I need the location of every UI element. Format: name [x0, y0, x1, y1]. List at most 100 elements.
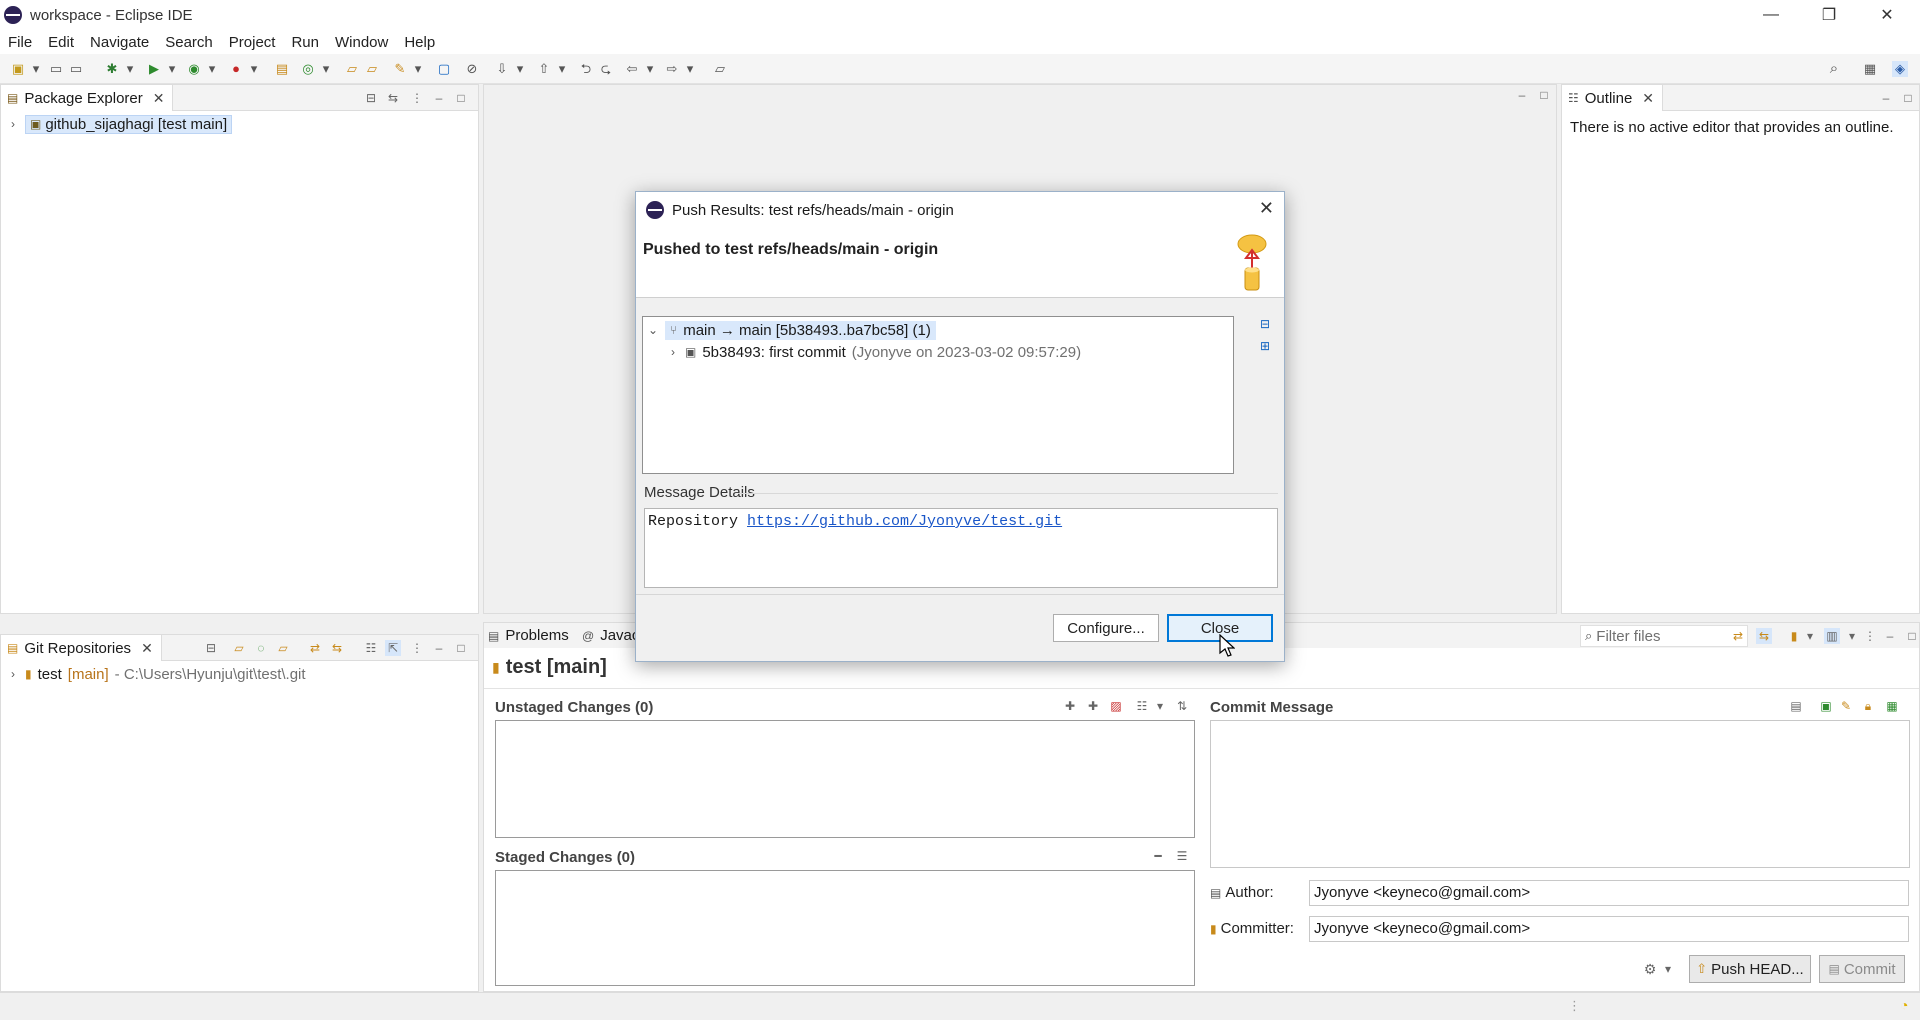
pin-editor-icon[interactable]: ▱	[712, 61, 728, 77]
open-task-icon[interactable]: ▱	[364, 61, 380, 77]
maximize-editor-icon[interactable]: □	[1536, 87, 1552, 103]
view-menu-icon[interactable]: ⋮	[409, 640, 425, 656]
external-tools-icon[interactable]: ●	[228, 61, 244, 77]
expand-all-icon[interactable]: ⊞	[1257, 338, 1273, 354]
last-edit-icon[interactable]: ⮌	[578, 61, 594, 77]
coverage-icon[interactable]: ◉	[186, 61, 202, 77]
menu-file[interactable]: File	[0, 34, 40, 51]
view-menu-icon[interactable]: ⋮	[409, 90, 425, 106]
link-selection-icon[interactable]: ⇱	[385, 640, 401, 656]
collapse-all-icon[interactable]: ⊟	[1257, 316, 1273, 332]
debug-icon[interactable]: ✱	[104, 61, 120, 77]
close-tab-icon[interactable]: ✕	[141, 640, 153, 657]
refresh-icon[interactable]: ⇄	[1730, 628, 1746, 644]
chevron-right-icon[interactable]: ›	[7, 117, 19, 131]
change-id-icon[interactable]: ▦	[1884, 698, 1900, 714]
discard-changes-icon[interactable]: ▨	[1108, 698, 1124, 714]
staged-changes-list[interactable]	[495, 870, 1195, 986]
settings-icon[interactable]: ⚙	[1642, 961, 1658, 977]
new-dropdown-icon[interactable]: ▾	[28, 61, 44, 77]
new-icon[interactable]: ▣	[10, 61, 26, 77]
search-icon[interactable]: ⌕	[1826, 61, 1842, 77]
collapse-all-icon[interactable]: ⊟	[203, 640, 219, 656]
outline-tab[interactable]: ☷ Outline ✕	[1562, 85, 1664, 111]
spell-check-icon[interactable]: ▤	[1788, 698, 1804, 714]
new-java-project-icon[interactable]: ▤	[274, 61, 290, 77]
repository-dropdown-icon[interactable]: ▾	[1802, 628, 1818, 644]
presentation-dropdown-icon[interactable]: ▾	[1152, 698, 1168, 714]
sort-icon[interactable]: ⇅	[1174, 698, 1190, 714]
forward-icon[interactable]: ⇨	[664, 61, 680, 77]
back-dropdown-icon[interactable]: ▾	[642, 61, 658, 77]
amend-icon[interactable]: ▣	[1818, 698, 1834, 714]
menu-search[interactable]: Search	[157, 34, 221, 51]
next-annotation-dropdown-icon[interactable]: ▾	[512, 61, 528, 77]
add-repository-icon[interactable]: ▱	[231, 640, 247, 656]
new-class-dropdown-icon[interactable]: ▾	[318, 61, 334, 77]
menu-navigate[interactable]: Navigate	[82, 34, 157, 51]
javadoc-tab[interactable]: @ Javac	[582, 627, 639, 644]
search-tool-dropdown-icon[interactable]: ▾	[410, 61, 426, 77]
tree-item-ref-update[interactable]: ⌄ ⑂ main → main [5b38493..ba7bc58] (1)	[647, 319, 936, 341]
stage-all-icon[interactable]: ✚	[1085, 698, 1101, 714]
filter-files-input[interactable]: ⌕ Filter files	[1580, 625, 1748, 647]
menu-window[interactable]: Window	[327, 34, 396, 51]
git-repositories-tab[interactable]: ▤ Git Repositories ✕	[1, 635, 162, 661]
maximize-view-icon[interactable]: □	[1904, 628, 1920, 644]
search-tool-icon[interactable]: ✎	[392, 61, 408, 77]
create-repository-icon[interactable]: ▱	[275, 640, 291, 656]
external-tools-dropdown-icon[interactable]: ▾	[246, 61, 262, 77]
unstage-selected-icon[interactable]: ━	[1150, 848, 1166, 864]
link-with-editor-icon[interactable]: ⇆	[385, 90, 401, 106]
tree-item-commit[interactable]: › ▣ 5b38493: first commit (Jyonyve on 20…	[667, 341, 1081, 363]
save-icon[interactable]: ▭	[48, 61, 64, 77]
maximize-view-icon[interactable]: □	[453, 90, 469, 106]
clone-repository-icon[interactable]: ◌	[253, 640, 269, 656]
minimize-view-icon[interactable]: –	[431, 90, 447, 106]
committer-field[interactable]: Jyonyve <keyneco@gmail.com>	[1309, 916, 1909, 942]
forward-edit-icon[interactable]: ⮎	[598, 61, 614, 77]
debug-dropdown-icon[interactable]: ▾	[122, 61, 138, 77]
git-perspective-icon[interactable]: ◈	[1892, 61, 1908, 77]
tree-item-repository[interactable]: › ▮ test [main] - C:\Users\Hyunju\git\te…	[7, 663, 306, 685]
coverage-dropdown-icon[interactable]: ▾	[204, 61, 220, 77]
back-icon[interactable]: ⇦	[624, 61, 640, 77]
commit-button[interactable]: ▤ Commit	[1819, 955, 1905, 983]
commit-message-input[interactable]	[1210, 720, 1910, 868]
presentation-icon[interactable]: ☷	[1134, 698, 1150, 714]
tip-bulb-icon[interactable]: ◔	[1900, 997, 1908, 1013]
chevron-down-icon[interactable]: ⌄	[647, 323, 659, 337]
problems-tab[interactable]: ▤ Problems	[488, 627, 569, 644]
unstage-all-icon[interactable]: ☰	[1174, 848, 1190, 864]
sign-commit-icon[interactable]: 🔒︎	[1860, 698, 1876, 714]
close-tab-icon[interactable]: ✕	[153, 90, 165, 107]
unstaged-changes-list[interactable]	[495, 720, 1195, 838]
presentation-dropdown-icon[interactable]: ▾	[1844, 628, 1860, 644]
menu-edit[interactable]: Edit	[40, 34, 82, 51]
push-head-button[interactable]: ⇧ Push HEAD...	[1689, 955, 1811, 983]
minimize-editor-icon[interactable]: –	[1514, 87, 1530, 103]
minimize-button[interactable]: —	[1742, 0, 1800, 30]
collapse-all-icon[interactable]: ⊟	[363, 90, 379, 106]
open-perspective-icon[interactable]: ▦	[1862, 61, 1878, 77]
run-icon[interactable]: ▶	[146, 61, 162, 77]
tree-item-project[interactable]: › ▣ github_sijaghagi [test main]	[7, 113, 233, 135]
menu-run[interactable]: Run	[283, 34, 327, 51]
link-selection-icon[interactable]: ⇆	[1756, 628, 1772, 644]
minimize-view-icon[interactable]: –	[1882, 628, 1898, 644]
configure-button[interactable]: Configure...	[1053, 614, 1159, 642]
hierarchical-layout-icon[interactable]: ☷	[363, 640, 379, 656]
pull-icon[interactable]: ⇆	[329, 640, 345, 656]
open-type-icon[interactable]: ▱	[344, 61, 360, 77]
stage-selected-icon[interactable]: ✚	[1062, 698, 1078, 714]
repository-url-link[interactable]: https://github.com/Jyonyve/test.git	[747, 513, 1062, 530]
dialog-close-icon[interactable]: ✕	[1259, 198, 1274, 219]
restore-button[interactable]: ❐	[1800, 0, 1858, 30]
new-class-icon[interactable]: ◎	[300, 61, 316, 77]
author-field[interactable]: Jyonyve <keyneco@gmail.com>	[1309, 880, 1909, 906]
signed-off-icon[interactable]: ✎	[1838, 698, 1854, 714]
package-explorer-tab[interactable]: ▤ Package Explorer ✕	[1, 85, 174, 111]
prev-annotation-icon[interactable]: ⇧	[536, 61, 552, 77]
settings-dropdown-icon[interactable]: ▾	[1660, 961, 1676, 977]
minimize-view-icon[interactable]: –	[431, 640, 447, 656]
